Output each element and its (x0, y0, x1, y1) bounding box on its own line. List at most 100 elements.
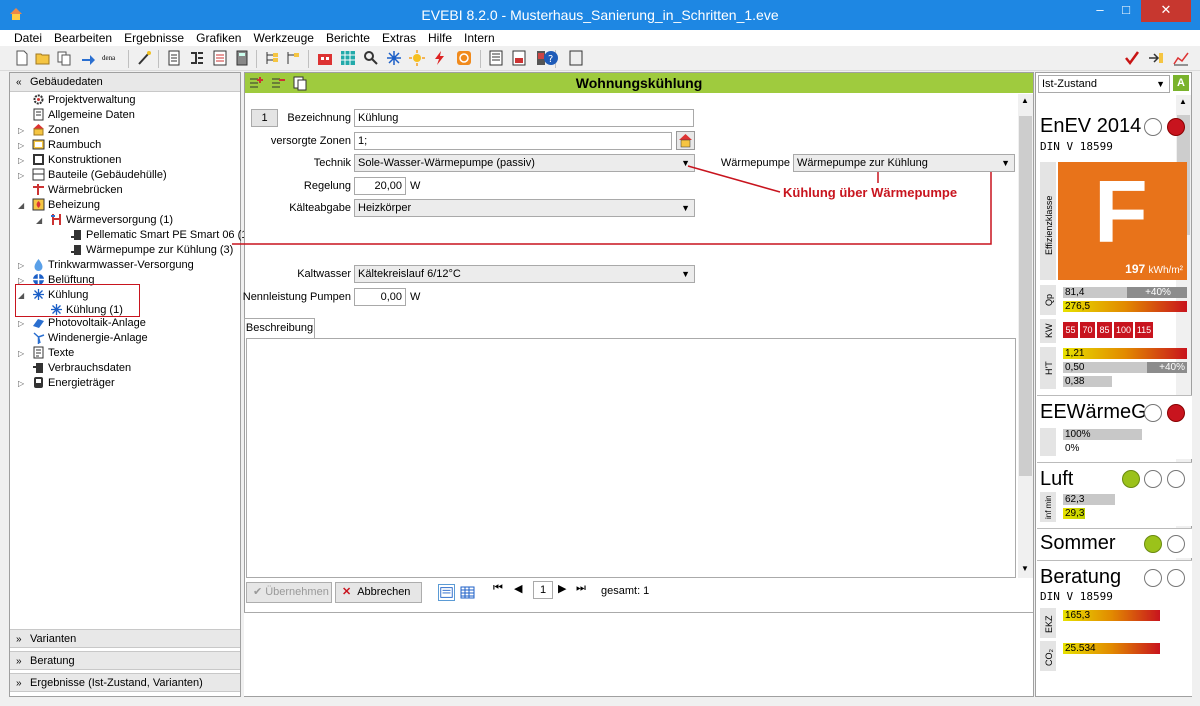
report-icon[interactable] (488, 50, 504, 66)
tree-energietraeger[interactable]: ▷ Energieträger (18, 376, 115, 391)
tree-expand-icon[interactable] (264, 50, 280, 66)
beratung-header[interactable]: » Beratung (10, 651, 240, 670)
view-toggle-button[interactable]: A (1173, 75, 1189, 91)
ergebnisse-header[interactable]: » Ergebnisse (Ist-Zustand, Varianten) (10, 673, 240, 692)
tree-allgemeine-daten[interactable]: Allgemeine Daten (32, 108, 135, 123)
grid-icon[interactable] (340, 50, 356, 66)
tree-windenergie[interactable]: Windenergie-Anlage (32, 331, 148, 346)
tree-verbrauchsdaten[interactable]: Verbrauchsdaten (32, 361, 131, 376)
expand-arrow-icon[interactable]: ▷ (18, 316, 24, 331)
wand-icon[interactable] (136, 50, 152, 66)
scroll-down-icon[interactable]: ▼ (1021, 564, 1029, 573)
tree-konstruktionen[interactable]: ▷ Konstruktionen (18, 153, 121, 168)
open-folder-icon[interactable] (35, 50, 51, 66)
expand-arrow-icon[interactable]: ▷ (18, 168, 24, 183)
snowflake-icon[interactable] (386, 50, 402, 66)
expand-arrow-icon[interactable]: ▷ (18, 346, 24, 361)
tree-zonen[interactable]: ▷ Zonen (18, 123, 79, 138)
state-select[interactable]: Ist-Zustand ▼ (1038, 75, 1170, 93)
menu-berichte[interactable]: Berichte (320, 30, 376, 46)
copy-item-icon[interactable] (292, 75, 308, 91)
info-icon[interactable] (568, 50, 584, 66)
table-view-icon[interactable] (459, 584, 476, 601)
tree-waermepumpe-kuehlung[interactable]: Wärmepumpe zur Kühlung (3) (70, 243, 233, 258)
gebaeudedaten-header[interactable]: «Gebäudedaten (10, 73, 240, 92)
copy-icon[interactable] (56, 50, 72, 66)
calculator-icon[interactable] (234, 50, 250, 66)
chart-icon[interactable] (1173, 50, 1189, 66)
scroll-thumb[interactable] (1019, 116, 1032, 476)
scroll-up-icon[interactable]: ▲ (1021, 96, 1029, 105)
regelung-input[interactable]: 20,00 (354, 177, 406, 195)
kaltwasser-select[interactable]: Kältekreislauf 6/12°C ▼ (354, 265, 695, 283)
menu-bearbeiten[interactable]: Bearbeiten (48, 30, 118, 46)
zoom-icon[interactable] (363, 50, 379, 66)
tree-photovoltaik[interactable]: ▷ Photovoltaik-Anlage (18, 316, 146, 331)
import-arrow-icon[interactable] (80, 50, 96, 66)
tree-raumbuch[interactable]: ▷ Raumbuch (18, 138, 101, 153)
tree-beheizung[interactable]: ◢ Beheizung (18, 198, 100, 213)
remove-item-icon[interactable] (270, 75, 286, 91)
nennleistung-input[interactable]: 0,00 (354, 288, 406, 306)
tree-texte[interactable]: ▷ Texte (18, 346, 74, 361)
euro-icon[interactable] (456, 50, 472, 66)
expand-arrow-icon[interactable]: ▷ (18, 153, 24, 168)
scroll-up-icon[interactable]: ▲ (1179, 97, 1187, 106)
export-icon[interactable] (1148, 50, 1164, 66)
tree-collapse-icon[interactable] (285, 50, 301, 66)
varianten-header[interactable]: » Varianten (10, 629, 240, 648)
versorgte-zonen-input[interactable]: 1; (354, 132, 672, 150)
help-icon[interactable]: ? (543, 50, 559, 66)
menu-datei[interactable]: Datei (0, 30, 48, 46)
expand-arrow-icon[interactable]: ▷ (18, 376, 24, 391)
lightning-icon[interactable] (432, 50, 448, 66)
report-preview-icon[interactable] (511, 50, 527, 66)
record-number-input[interactable]: 1 (533, 581, 553, 599)
tree-waermebruecken[interactable]: Wärmebrücken (32, 183, 123, 198)
collapse-arrow-icon[interactable]: ◢ (18, 198, 24, 213)
sun-icon[interactable] (409, 50, 425, 66)
tab-beschreibung[interactable]: Beschreibung (244, 318, 315, 338)
collapse-arrow-icon[interactable]: ◢ (36, 213, 42, 228)
tree-waermeversorgung[interactable]: ◢ Wärmeversorgung (1) (36, 213, 173, 228)
bezeichnung-input[interactable]: Kühlung (354, 109, 694, 127)
tree-pellematic[interactable]: Pellematic Smart PE Smart 06 (1) (70, 228, 251, 243)
expand-arrow-icon[interactable]: ▷ (18, 123, 24, 138)
expand-arrow-icon[interactable]: ▷ (18, 258, 24, 273)
tree-projektverwaltung[interactable]: Projektverwaltung (32, 93, 135, 108)
last-record-button[interactable]: ⏭ (576, 582, 594, 599)
beschreibung-textarea[interactable] (246, 338, 1016, 578)
abbrechen-button[interactable]: ✕ Abbrechen (335, 582, 422, 603)
building-icon[interactable] (317, 50, 333, 66)
kaelteabgabe-select[interactable]: Heizkörper ▼ (354, 199, 695, 217)
technik-select[interactable]: Sole-Wasser-Wärmepumpe (passiv) ▼ (354, 154, 695, 172)
waermepumpe-select[interactable]: Wärmepumpe zur Kühlung ▼ (793, 154, 1015, 172)
tree-trinkwarmwasser[interactable]: ▷ Trinkwarmwasser-Versorgung (18, 258, 194, 273)
menu-intern[interactable]: Intern (458, 30, 501, 46)
minimize-button[interactable]: – (1087, 0, 1113, 22)
menu-ergebnisse[interactable]: Ergebnisse (118, 30, 190, 46)
close-button[interactable]: ✕ (1141, 0, 1191, 22)
vertical-scrollbar[interactable]: ▲ ▼ (1018, 94, 1033, 578)
new-file-icon[interactable] (14, 50, 30, 66)
add-item-icon[interactable] (248, 75, 264, 91)
dena-button[interactable]: dena (102, 50, 122, 66)
structure-icon[interactable] (189, 50, 205, 66)
maximize-button[interactable]: □ (1113, 0, 1139, 22)
uebernehmen-button[interactable]: ✔ Übernehmen (246, 582, 332, 603)
menu-werkzeuge[interactable]: Werkzeuge (247, 30, 319, 46)
tree-bauteile[interactable]: ▷ Bauteile (Gebäudehülle) (18, 168, 167, 183)
list-icon[interactable] (212, 50, 228, 66)
checkmark-icon[interactable] (1124, 50, 1140, 66)
expand-arrow-icon[interactable]: ▷ (18, 138, 24, 153)
next-record-button[interactable]: ▶ (558, 582, 574, 599)
zone-picker-button[interactable] (676, 131, 695, 150)
form-view-icon[interactable] (438, 584, 455, 601)
ee-status-empty (1144, 404, 1162, 422)
first-record-button[interactable]: ⏮ (493, 582, 511, 599)
menu-grafiken[interactable]: Grafiken (190, 30, 247, 46)
document-icon[interactable] (166, 50, 182, 66)
menu-hilfe[interactable]: Hilfe (422, 30, 458, 46)
menu-extras[interactable]: Extras (376, 30, 422, 46)
prev-record-button[interactable]: ◀ (514, 582, 530, 599)
